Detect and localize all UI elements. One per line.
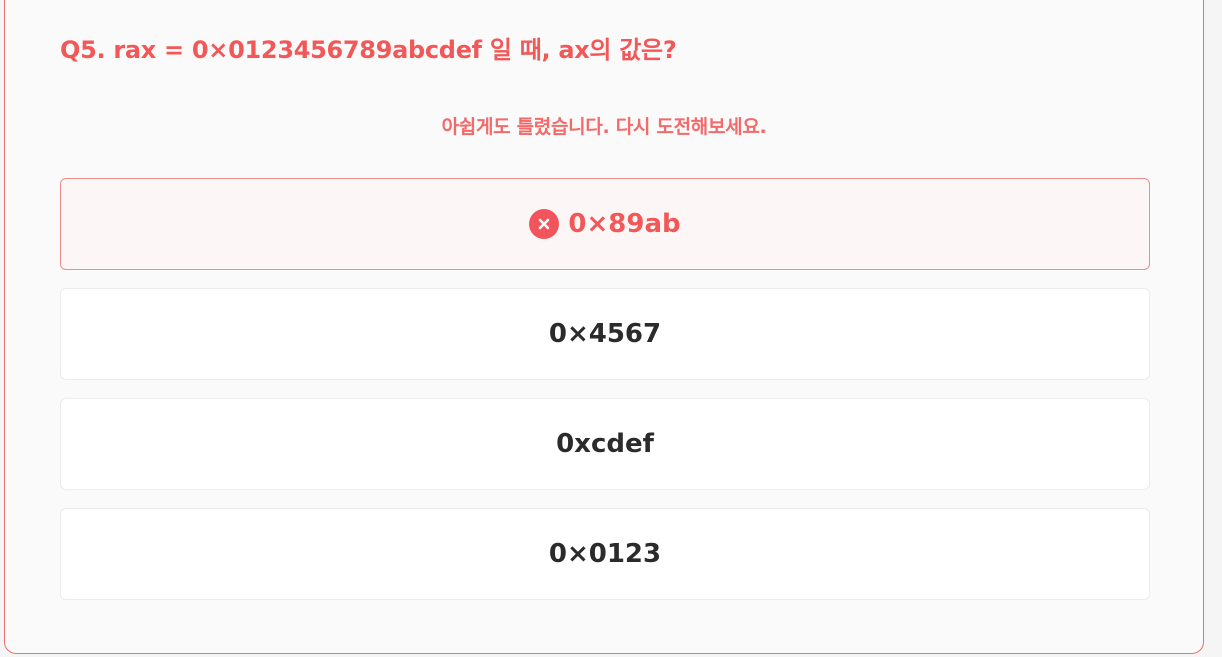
x-circle-icon [529,209,560,239]
feedback-message: 아쉽게도 틀렸습니다. 다시 도전해보세요. [441,116,767,138]
option-label: 0×0123 [548,539,662,569]
option-label: 0×89ab [568,209,681,239]
option-label: 0xcdef [556,429,654,459]
option-2[interactable]: 0×4567 [60,288,1150,380]
option-4[interactable]: 0×0123 [60,508,1150,600]
option-label: 0×4567 [548,319,662,349]
option-1-wrong[interactable]: 0×89ab [60,178,1150,270]
question-title: Q5. rax = 0×0123456789abcdef 일 때, ax의 값은… [60,36,677,64]
option-3[interactable]: 0xcdef [60,398,1150,490]
